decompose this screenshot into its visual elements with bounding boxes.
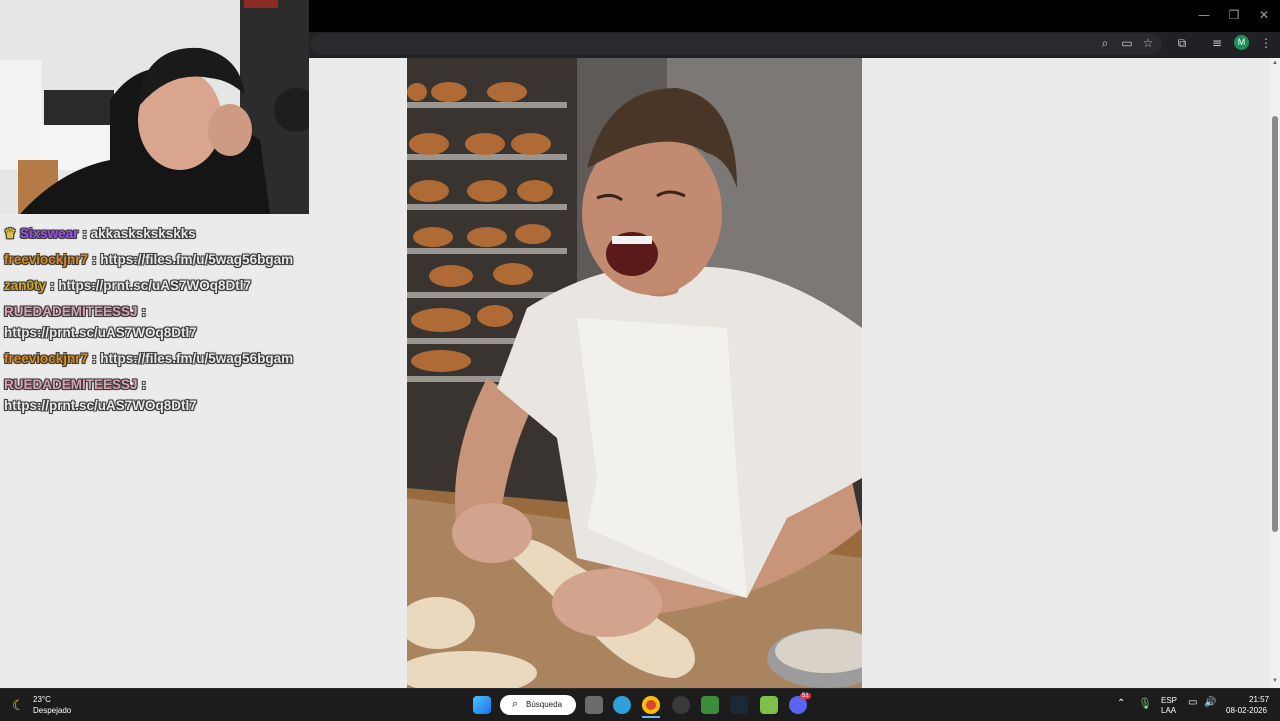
- chat-message-continued: https://prnt.sc/uAS7WOq8Dtl7: [4, 398, 197, 413]
- bookmark-star-icon[interactable]: ☆: [1140, 35, 1156, 51]
- microphone-icon[interactable]: 🎙: [1138, 697, 1152, 710]
- close-button[interactable]: ✕: [1250, 6, 1278, 24]
- weather-desc[interactable]: Despejado: [33, 706, 71, 715]
- start-icon[interactable]: [473, 696, 491, 714]
- taskbar: [0, 688, 1280, 721]
- chat-message-continued: https://prnt.sc/uAS7WOq8Dtl7: [4, 325, 197, 340]
- chat-username: Sixswear: [19, 226, 79, 241]
- restore-button[interactable]: ❐: [1220, 6, 1248, 24]
- edge-icon[interactable]: [613, 696, 631, 714]
- media-control-icon[interactable]: ≡: [1209, 35, 1225, 51]
- chat-username: zan0ty: [4, 278, 47, 293]
- scrollbar-thumb[interactable]: [1272, 116, 1278, 532]
- chat-username: freeviockjnr7: [4, 252, 89, 267]
- menu-icon[interactable]: ⋮: [1258, 35, 1274, 51]
- chat-message: freeviockjnr7: https://files.fm/u/5wag56…: [4, 252, 293, 267]
- address-bar[interactable]: [310, 33, 1162, 55]
- chat-message: ♛ Sixswear: akkaskskskskks: [4, 226, 196, 242]
- chat-username: RUEDADEMITEESSJ: [4, 377, 138, 392]
- network-icon[interactable]: ▭: [1188, 697, 1197, 708]
- chat-username: RUEDADEMITEESSJ: [4, 304, 138, 319]
- obs-icon[interactable]: [672, 696, 690, 714]
- active-app-indicator: [642, 716, 660, 718]
- chat-message: RUEDADEMITEESSJ:: [4, 304, 146, 319]
- volume-icon[interactable]: 🔊: [1204, 697, 1216, 708]
- chat-text: https://prnt.sc/uAS7WOq8Dtl7: [4, 325, 197, 340]
- input-language[interactable]: ESP: [1161, 696, 1177, 705]
- search-label: Búsqueda: [526, 700, 563, 709]
- chat-text: :: [141, 304, 147, 319]
- profile-avatar[interactable]: M: [1234, 35, 1249, 50]
- scroll-down-icon[interactable]: ▼: [1271, 678, 1279, 684]
- steam-icon[interactable]: [730, 696, 748, 714]
- moderator-badge-icon: ♛: [4, 226, 17, 241]
- chat-text: : akkaskskskskks: [82, 226, 196, 241]
- chat-text: :: [141, 377, 147, 392]
- chat-text: : https://files.fm/u/5wag56bgam: [92, 351, 294, 366]
- chat-message: freeviockjnr7: https://files.fm/u/5wag56…: [4, 351, 293, 366]
- baker-photo: [407, 58, 862, 688]
- taskbar-search[interactable]: ⌕ Búsqueda: [500, 695, 576, 715]
- webcam-overlay: [0, 0, 309, 214]
- zoom-icon[interactable]: ⌕: [1097, 35, 1113, 51]
- launcher-icon[interactable]: [760, 696, 778, 714]
- chrome-icon[interactable]: [642, 696, 660, 714]
- chat-message: zan0ty: https://prnt.sc/uAS7WOq8Dtl7: [4, 278, 251, 293]
- minecraft-icon[interactable]: [701, 696, 719, 714]
- search-icon: ⌕: [512, 698, 519, 710]
- chat-text: : https://prnt.sc/uAS7WOq8Dtl7: [50, 278, 252, 293]
- moon-weather-icon[interactable]: ☾: [12, 697, 25, 714]
- task-view-icon[interactable]: [585, 696, 603, 714]
- weather-temp[interactable]: 23°C: [33, 695, 51, 704]
- clock-time[interactable]: 21:57: [1249, 695, 1269, 704]
- chat-text: : https://files.fm/u/5wag56bgam: [92, 252, 294, 267]
- discord-badge: 51: [800, 693, 811, 699]
- clock-date[interactable]: 08-02-2026: [1226, 706, 1267, 715]
- cast-icon[interactable]: ▭: [1119, 35, 1135, 51]
- scroll-up-icon[interactable]: ▲: [1271, 60, 1279, 66]
- tray-chevron-icon[interactable]: ⌃: [1117, 698, 1125, 709]
- chat-username: freeviockjnr7: [4, 351, 89, 366]
- chat-message: RUEDADEMITEESSJ:: [4, 377, 146, 392]
- minimize-button[interactable]: —: [1190, 6, 1218, 24]
- extensions-icon[interactable]: ⧉: [1174, 35, 1190, 51]
- chat-text: https://prnt.sc/uAS7WOq8Dtl7: [4, 398, 197, 413]
- keyboard-layout[interactable]: LAA: [1161, 706, 1176, 715]
